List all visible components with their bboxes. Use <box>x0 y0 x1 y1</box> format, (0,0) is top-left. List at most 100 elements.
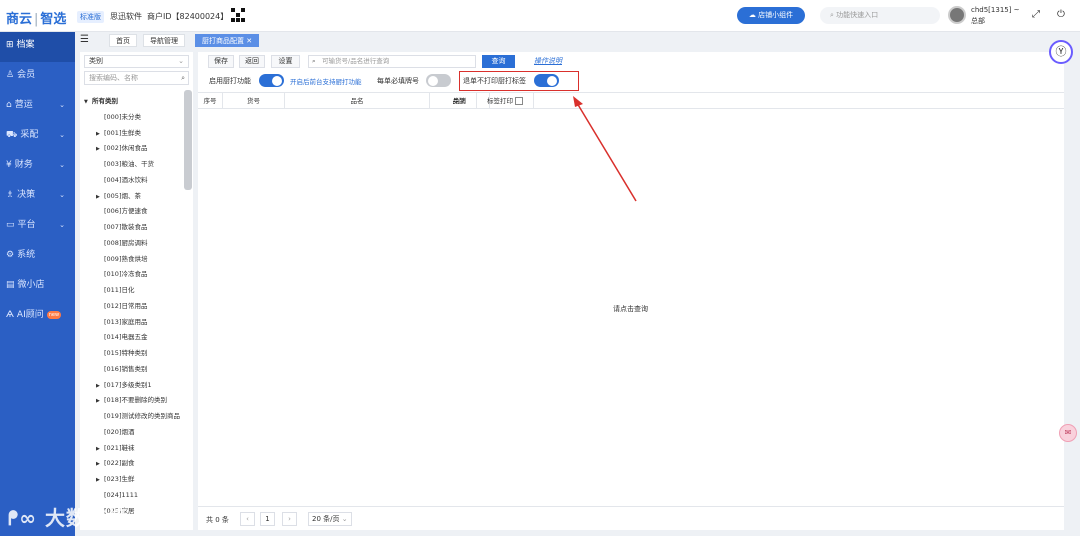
back-button[interactable]: 返回 <box>239 55 265 68</box>
tree-node[interactable]: [013]家庭用品 <box>84 315 184 331</box>
tree-node[interactable]: [011]日化 <box>84 283 184 299</box>
close-icon[interactable]: ✕ <box>246 37 252 45</box>
sidebar-item-6[interactable]: ▭ 平台 ⌄ <box>0 212 75 242</box>
prev-page-button[interactable]: ‹ <box>240 512 255 526</box>
tree-node[interactable]: [012]日常用品 <box>84 299 184 315</box>
caret-right-icon[interactable]: ▶ <box>96 190 104 205</box>
tree-node[interactable]: [004]酒水饮料 <box>84 173 184 189</box>
next-page-button[interactable]: › <box>282 512 297 526</box>
caret-right-icon[interactable]: ▶ <box>96 127 104 142</box>
must-table-no-label: 每单必填牌号 <box>377 77 419 85</box>
qr-code-icon[interactable] <box>230 7 245 22</box>
save-button[interactable]: 保存 <box>208 55 234 68</box>
chevron-down-icon: ⌄ <box>59 221 65 229</box>
caret-down-icon[interactable]: ▼ <box>84 95 92 110</box>
sidebar: ⊞ 档案 ♙ 会员 ⌂ 营运 ⌄ ⛟ 采配 ⌄ ¥ 财务 ⌄ ♗ 决策 ⌄ ▭ 平台 ⌄ ⚙ 系统 ▤ 微小店 Ѧ AI顾问 ne… <box>0 32 75 536</box>
avatar[interactable] <box>948 6 966 24</box>
assistant-logo-icon[interactable]: Ⓨ <box>1049 40 1073 64</box>
user-name[interactable]: chd5[1315] ~ <box>971 6 1020 14</box>
tree-node[interactable]: [020]烟酒 <box>84 425 184 441</box>
tree-node[interactable]: [014]电器五金 <box>84 330 184 346</box>
caret-right-icon[interactable]: ▶ <box>96 473 104 488</box>
main-content: 保存 返回 设置 ⌕ 可输货号/品名进行查询 查询 操作说明 启用厨打功能 开启后… <box>198 52 1064 530</box>
tree-node[interactable]: [000]未分类 <box>84 110 184 126</box>
tab-home[interactable]: 首页 <box>109 34 137 47</box>
menu-toggle-icon[interactable]: ☰ <box>80 34 89 45</box>
ai-icon: Ѧ <box>6 310 14 320</box>
sidebar-item-8[interactable]: ▤ 微小店 <box>0 272 75 302</box>
page-size-select[interactable]: 20 条/页 ⌄ <box>308 512 352 526</box>
sidebar-item-label: 平台 <box>17 220 36 230</box>
watermark: ᖰ∞ 大数跨境 <box>8 506 129 530</box>
fullscreen-icon[interactable]: ⤢ <box>1032 9 1040 20</box>
query-button[interactable]: 查询 <box>482 55 515 68</box>
tree-node-label: [020]烟酒 <box>104 427 135 436</box>
tree-node[interactable]: [007]散装食品 <box>84 220 184 236</box>
category-type-select[interactable]: 类别 ⌄ <box>84 55 189 68</box>
new-badge: new <box>46 310 62 319</box>
sidebar-item-2[interactable]: ⌂ 营运 ⌄ <box>0 92 75 122</box>
tree-node[interactable]: ▶ [001]生鲜类 <box>84 126 184 142</box>
power-icon[interactable]: ⏻ <box>1057 9 1065 20</box>
sidebar-item-0[interactable]: ⊞ 档案 <box>0 32 75 62</box>
column-header-brand[interactable]: 品牌 <box>442 93 477 109</box>
sidebar-item-9[interactable]: Ѧ AI顾问 new <box>0 302 75 332</box>
page-number[interactable]: 1 <box>260 512 275 526</box>
sidebar-item-label: 营运 <box>14 100 33 110</box>
caret-right-icon[interactable]: ▶ <box>96 379 104 394</box>
tree-node[interactable]: [016]销售类别 <box>84 362 184 378</box>
store-widget-button[interactable]: ☁ 店铺小组件 <box>737 7 805 24</box>
sidebar-item-7[interactable]: ⚙ 系统 <box>0 242 75 272</box>
tree-node[interactable]: ▶ [021]鞋袜 <box>84 441 184 457</box>
tree-root[interactable]: ▼ 所有类别 <box>84 94 184 110</box>
settings-button[interactable]: 设置 <box>271 55 300 68</box>
tree-node[interactable]: ▶ [018]不要删除的类别 <box>84 393 184 409</box>
column-header-label-print[interactable]: 标签打印 <box>477 93 534 109</box>
search-icon[interactable]: ⌕ <box>181 72 185 84</box>
sidebar-item-5[interactable]: ♗ 决策 ⌄ <box>0 182 75 212</box>
tree-node[interactable]: [019]测试修改的类别商品 <box>84 409 184 425</box>
member-icon: ♙ <box>6 70 15 80</box>
sidebar-item-3[interactable]: ⛟ 采配 ⌄ <box>0 122 75 152</box>
caret-right-icon[interactable]: ▶ <box>96 142 104 157</box>
enable-kitchen-print-toggle[interactable] <box>259 74 284 87</box>
chevron-down-icon: ⌄ <box>59 131 65 139</box>
chevron-down-icon: ⌄ <box>178 57 184 65</box>
tree-node-label: [001]生鲜类 <box>104 128 141 137</box>
tree-node[interactable]: [008]厨房调料 <box>84 236 184 252</box>
must-table-no-toggle[interactable] <box>426 74 451 87</box>
tree-node[interactable]: ▶ [005]烟、茶 <box>84 189 184 205</box>
sidebar-item-4[interactable]: ¥ 财务 ⌄ <box>0 152 75 182</box>
customer-service-icon[interactable]: ✉ <box>1059 424 1077 442</box>
column-header-index[interactable]: 序号 <box>198 93 223 109</box>
help-link[interactable]: 操作说明 <box>534 56 562 66</box>
tree-node[interactable]: ▶ [023]生鲜 <box>84 472 184 488</box>
tree-node-label: [016]销售类别 <box>104 364 148 373</box>
tree-node[interactable]: [015]特种类别 <box>84 346 184 362</box>
label-print-checkbox[interactable] <box>515 97 523 105</box>
app-logo[interactable]: 商云 | 智选 <box>6 8 66 27</box>
column-header-sku[interactable]: 货号 <box>223 93 285 109</box>
quick-entry-search[interactable]: ⌕ 功能快速入口 <box>820 7 940 24</box>
sidebar-item-1[interactable]: ♙ 会员 <box>0 62 75 92</box>
column-header-name[interactable]: 品名 <box>285 93 430 109</box>
tree-node[interactable]: [010]冷冻食品 <box>84 267 184 283</box>
caret-right-icon[interactable]: ▶ <box>96 394 104 409</box>
tree-node[interactable]: ▶ [002]休闲食品 <box>84 141 184 157</box>
caret-right-icon[interactable]: ▶ <box>96 457 104 472</box>
tree-node[interactable]: ▶ [017]多级类别1 <box>84 378 184 394</box>
tree-node[interactable]: [006]方便速食 <box>84 204 184 220</box>
tab-kitchen-print-config[interactable]: 厨打商品配置 ✕ <box>195 34 260 47</box>
tree-node-label: [015]特种类别 <box>104 349 148 357</box>
tree-node[interactable]: ▶ [022]副食 <box>84 456 184 472</box>
front-desk-support-link[interactable]: 开启后前台支持厨打功能 <box>290 76 362 86</box>
tab-navigation[interactable]: 导航管理 <box>143 34 185 47</box>
category-scrollbar[interactable] <box>184 90 192 190</box>
sidebar-item-label: 系统 <box>17 250 36 260</box>
system-icon: ⚙ <box>6 250 15 260</box>
product-search-input[interactable]: ⌕ 可输货号/品名进行查询 <box>308 55 476 68</box>
caret-right-icon[interactable]: ▶ <box>96 442 104 457</box>
tree-node[interactable]: [009]熟食烘培 <box>84 252 184 268</box>
tree-node[interactable]: [003]粮油、干货 <box>84 157 184 173</box>
category-search-input[interactable]: 搜索编码、名称 ⌕ <box>84 71 189 85</box>
